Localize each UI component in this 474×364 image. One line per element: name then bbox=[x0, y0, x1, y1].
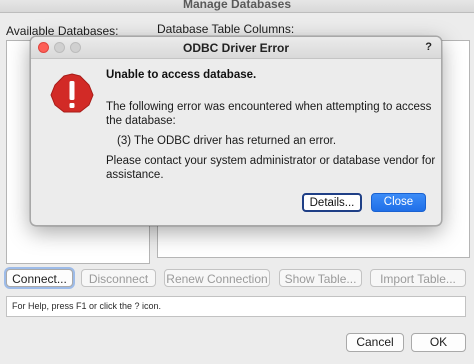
help-status-bar: For Help, press F1 or click the ? icon. bbox=[6, 296, 466, 317]
error-detail: (3) The ODBC driver has returned an erro… bbox=[117, 135, 337, 147]
dialog-title: ODBC Driver Error bbox=[182, 41, 290, 55]
error-icon bbox=[50, 73, 94, 113]
background-title-bar: Manage Databases bbox=[0, 0, 474, 13]
contact-message-line1: Please contact your system administrator… bbox=[106, 155, 436, 167]
connect-button[interactable]: Connect... bbox=[6, 269, 73, 287]
show-table-button[interactable]: Show Table... bbox=[279, 269, 362, 287]
ok-button[interactable]: OK bbox=[411, 333, 466, 352]
error-message-line2: the database: bbox=[106, 115, 176, 127]
odbc-error-dialog: ODBC Driver Error ? Unable to access dat… bbox=[30, 36, 442, 226]
error-message-line1: The following error was encountered when… bbox=[106, 101, 432, 113]
disconnect-button[interactable]: Disconnect bbox=[81, 269, 156, 287]
cancel-button[interactable]: Cancel bbox=[346, 333, 404, 352]
error-heading: Unable to access database. bbox=[106, 69, 257, 81]
table-columns-label: Database Table Columns: bbox=[157, 22, 295, 36]
contact-message-line2: assistance. bbox=[106, 169, 164, 181]
import-table-button[interactable]: Import Table... bbox=[370, 269, 466, 287]
background-window-title: Manage Databases bbox=[182, 0, 292, 11]
details-button[interactable]: Details... bbox=[302, 193, 362, 212]
renew-connection-button[interactable]: Renew Connection bbox=[164, 269, 270, 287]
dialog-help-button[interactable]: ? bbox=[425, 41, 432, 53]
close-button[interactable]: Close bbox=[371, 193, 426, 212]
dialog-title-bar: ODBC Driver Error ? bbox=[31, 37, 441, 59]
